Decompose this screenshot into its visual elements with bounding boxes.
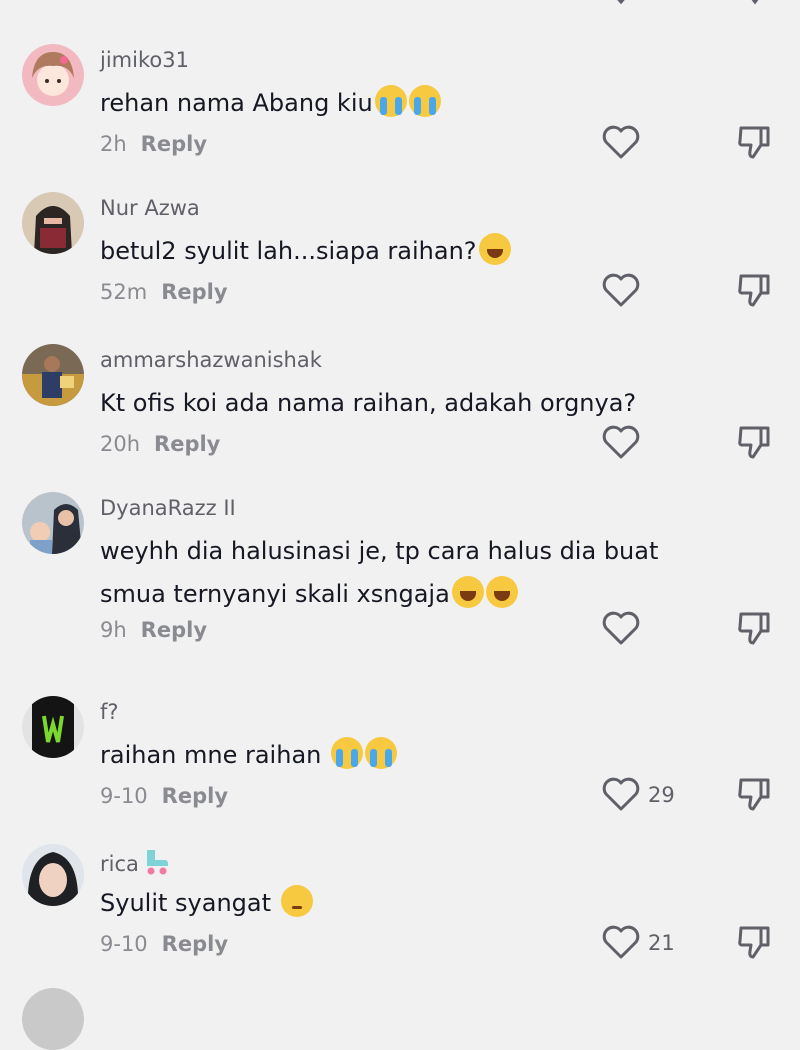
username[interactable]: jimiko31 (100, 48, 189, 72)
comment-meta: 9-10 Reply (100, 784, 228, 808)
timestamp: 9-10 (100, 784, 148, 808)
avatar[interactable] (22, 44, 84, 106)
dislike-icon[interactable] (735, 271, 775, 309)
comment-text: Syulit syangat (100, 882, 740, 925)
timestamp: 9-10 (100, 932, 148, 956)
avatar[interactable] (22, 844, 84, 906)
dislike-icon[interactable] (735, 609, 775, 647)
tears-of-joy-emoji (485, 576, 518, 608)
timestamp: 52m (100, 280, 148, 304)
username[interactable]: rica (100, 846, 171, 876)
reply-button[interactable]: Reply (162, 784, 228, 808)
heart-icon[interactable] (601, 272, 641, 308)
comment-text: raihan mne raihan (100, 734, 740, 777)
reply-button[interactable]: Reply (154, 432, 220, 456)
comment-text-line: weyhh dia halusinasi je, tp cara halus d… (100, 537, 659, 565)
avatar[interactable] (22, 696, 84, 758)
comment-text: weyhh dia halusinasi je, tp cara halus d… (100, 530, 740, 616)
comment-text-line: smua ternyanyi skali xsngaja (100, 573, 740, 616)
roller-skate-icon (146, 850, 168, 875)
timestamp: 2h (100, 132, 127, 156)
dislike-icon[interactable] (735, 923, 775, 961)
heart-icon[interactable] (601, 924, 641, 960)
dislike-icon[interactable] (735, 123, 775, 161)
reply-button[interactable]: Reply (161, 280, 227, 304)
comment-meta: 2h Reply (100, 132, 207, 156)
like-count: 21 (648, 931, 675, 955)
avatar[interactable] (22, 492, 84, 554)
crying-emoji (374, 85, 407, 117)
reply-button[interactable]: Reply (162, 932, 228, 956)
comment-text: Kt ofis koi ada nama raihan, adakah orgn… (100, 389, 637, 417)
like-count: 29 (648, 783, 675, 807)
avatar[interactable] (22, 344, 84, 406)
username[interactable]: Nur Azwa (100, 196, 200, 220)
crying-emoji (365, 737, 397, 769)
heart-icon[interactable] (601, 610, 641, 646)
comment-meta: 9h Reply (100, 618, 207, 642)
dislike-icon[interactable] (735, 775, 775, 813)
dislike-icon-partial[interactable] (735, 0, 775, 10)
comment-meta: 52m Reply (100, 280, 228, 304)
username[interactable]: DyanaRazz II (100, 496, 236, 520)
comment-text: betul2 syulit lah...siapa raihan? (100, 230, 740, 273)
comment-text: rehan nama Abang kiu (100, 82, 740, 125)
heart-icon[interactable] (601, 124, 641, 160)
dislike-icon[interactable] (735, 423, 775, 461)
avatar[interactable] (22, 192, 84, 254)
comment-meta: 9-10 Reply (100, 932, 228, 956)
pensive-emoji (280, 885, 313, 917)
heart-icon[interactable] (601, 424, 641, 460)
previous-meta-partial (100, 0, 107, 4)
next-comment-avatar-partial[interactable] (22, 988, 84, 1050)
reply-button[interactable]: Reply (141, 132, 207, 156)
username[interactable]: ammarshazwanishak (100, 348, 322, 372)
timestamp: 20h (100, 432, 141, 456)
heart-icon[interactable] (601, 776, 641, 812)
timestamp: 9h (100, 618, 127, 642)
tears-of-joy-emoji (451, 576, 484, 608)
grinning-squint-emoji (478, 233, 511, 265)
previous-comment-partial (0, 0, 800, 12)
comment-meta: 20h Reply (100, 432, 220, 456)
username[interactable]: f? (100, 700, 119, 724)
heart-icon-partial[interactable] (601, 0, 641, 10)
crying-emoji (331, 737, 363, 769)
crying-emoji (408, 85, 441, 117)
reply-button[interactable]: Reply (141, 618, 207, 642)
